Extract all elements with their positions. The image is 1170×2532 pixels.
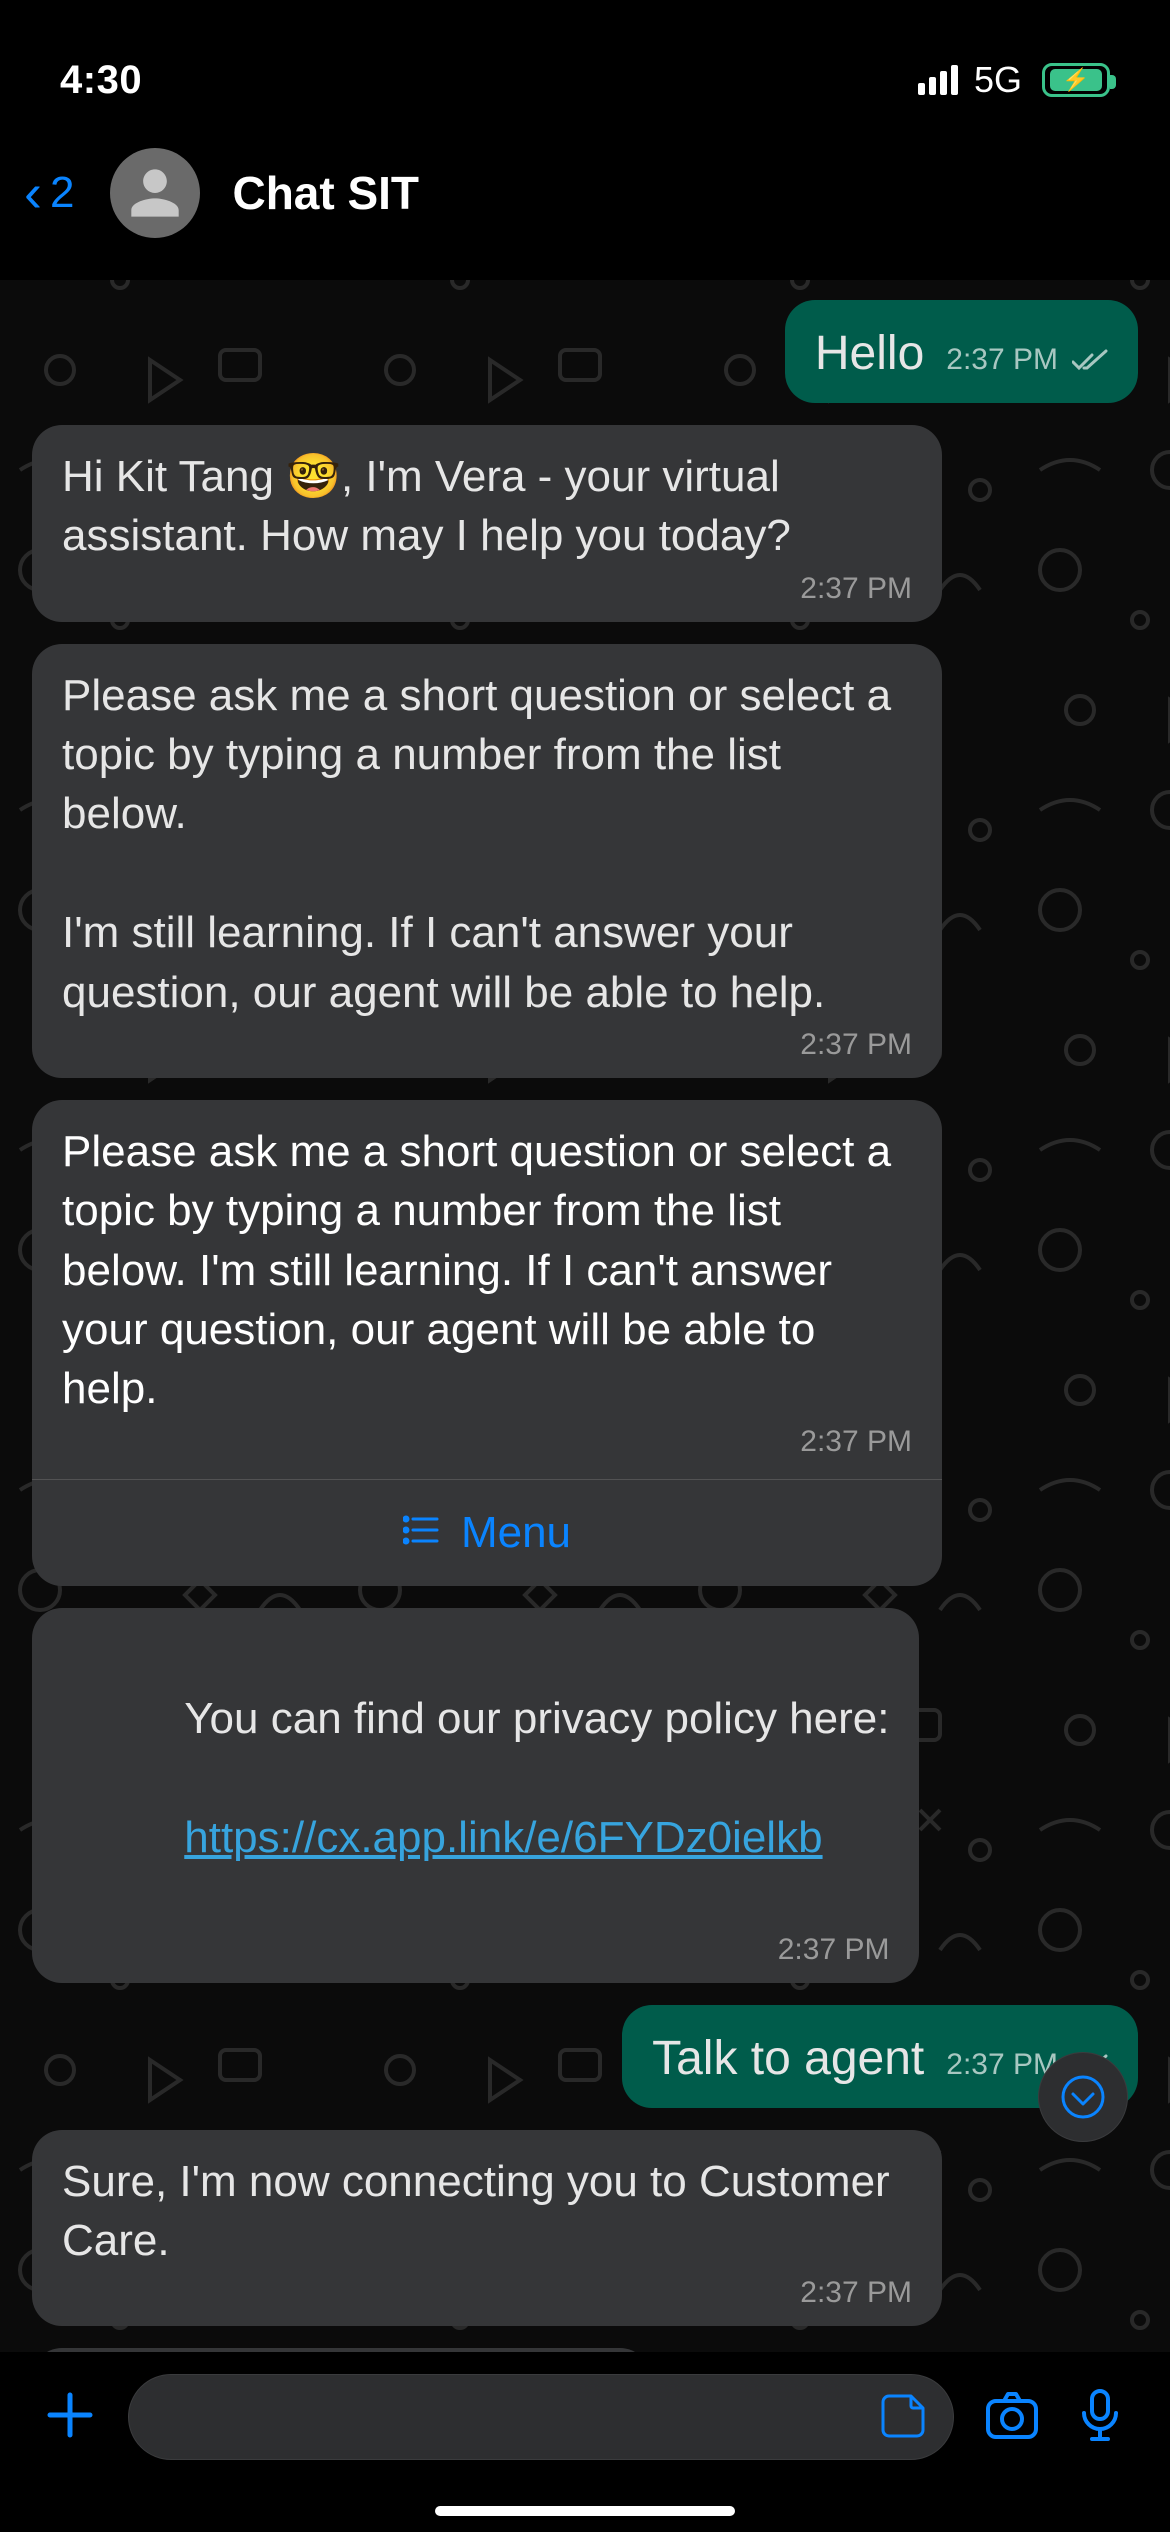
chevron-left-icon: ‹ bbox=[24, 166, 42, 220]
message-in-with-menu: Please ask me a short question or select… bbox=[32, 1100, 1138, 1586]
status-bar: 4:30 5G ⚡ bbox=[0, 0, 1170, 130]
menu-label: Menu bbox=[461, 1508, 571, 1558]
chevron-down-icon bbox=[1059, 2073, 1107, 2121]
sticker-button[interactable] bbox=[879, 2390, 929, 2445]
message-text: Hi Kit Tang 🤓, I'm Vera - your virtual a… bbox=[62, 447, 912, 566]
signal-icon bbox=[918, 65, 958, 95]
back-button[interactable]: ‹ 2 bbox=[24, 166, 74, 220]
read-receipt-icon bbox=[1066, 343, 1108, 377]
message-text: Hello bbox=[815, 322, 924, 387]
menu-button[interactable]: Menu bbox=[32, 1479, 942, 1586]
message-in[interactable]: Sure, I'm now connecting you to Customer… bbox=[32, 2130, 1138, 2327]
camera-button[interactable] bbox=[982, 2385, 1042, 2450]
message-input[interactable] bbox=[153, 2395, 879, 2440]
camera-icon bbox=[982, 2385, 1042, 2445]
input-bar bbox=[0, 2352, 1170, 2532]
attach-button[interactable] bbox=[40, 2385, 100, 2450]
mic-icon bbox=[1070, 2385, 1130, 2445]
message-time: 2:37 PM bbox=[62, 2276, 912, 2310]
compose-field[interactable] bbox=[128, 2374, 954, 2460]
message-text: You can find our privacy policy here: ht… bbox=[62, 1630, 889, 1927]
chat-title[interactable]: Chat SIT bbox=[232, 166, 419, 220]
message-time: 2:37 PM bbox=[946, 343, 1058, 377]
message-time: 2:37 PM bbox=[62, 1933, 889, 1967]
status-right: 5G ⚡ bbox=[918, 59, 1110, 101]
home-indicator bbox=[435, 2506, 735, 2516]
list-icon bbox=[403, 1515, 439, 1550]
message-text-prefix: You can find our privacy policy here: bbox=[184, 1694, 889, 1743]
message-time: 2:37 PM bbox=[62, 1425, 912, 1459]
message-list[interactable]: Hello 2:37 PM Hi Kit Tang 🤓, I'm Vera - … bbox=[0, 280, 1170, 2352]
message-text: Please ask me a short question or select… bbox=[62, 1122, 912, 1419]
scroll-to-bottom-button[interactable] bbox=[1038, 2052, 1128, 2142]
person-icon bbox=[126, 164, 184, 222]
message-in[interactable]: Please ask me a short question or select… bbox=[32, 644, 1138, 1078]
message-time: 2:37 PM bbox=[62, 1028, 912, 1062]
message-in[interactable]: You can find our privacy policy here: ht… bbox=[32, 1608, 1138, 1983]
message-time: 2:37 PM bbox=[946, 2048, 1058, 2082]
message-meta: 2:37 PM bbox=[946, 343, 1108, 377]
network-label: 5G bbox=[974, 59, 1022, 101]
back-count: 2 bbox=[50, 168, 74, 218]
chat-area[interactable]: Hello 2:37 PM Hi Kit Tang 🤓, I'm Vera - … bbox=[0, 280, 1170, 2352]
status-time: 4:30 bbox=[60, 58, 142, 103]
message-in[interactable]: Hi Kit Tang 🤓, I'm Vera - your virtual a… bbox=[32, 425, 1138, 622]
avatar[interactable] bbox=[110, 148, 200, 238]
message-text: Sure, I'm now connecting you to Customer… bbox=[62, 2152, 912, 2271]
message-out[interactable]: Talk to agent 2:37 PM bbox=[32, 2005, 1138, 2108]
sticker-icon bbox=[879, 2390, 929, 2440]
message-text: Please ask me a short question or select… bbox=[62, 666, 912, 1022]
chat-header: ‹ 2 Chat SIT bbox=[0, 130, 1170, 262]
mic-button[interactable] bbox=[1070, 2385, 1130, 2450]
privacy-link[interactable]: https://cx.app.link/e/6FYDz0ielkb bbox=[184, 1813, 822, 1862]
plus-icon bbox=[40, 2385, 100, 2445]
menu-card: Please ask me a short question or select… bbox=[32, 1100, 942, 1586]
message-text: Talk to agent bbox=[652, 2027, 924, 2092]
battery-icon: ⚡ bbox=[1042, 63, 1110, 97]
message-time: 2:37 PM bbox=[62, 572, 912, 606]
message-out[interactable]: Hello 2:37 PM bbox=[32, 300, 1138, 403]
message-in[interactable]: Please ask me a short question or select… bbox=[32, 1100, 942, 1479]
